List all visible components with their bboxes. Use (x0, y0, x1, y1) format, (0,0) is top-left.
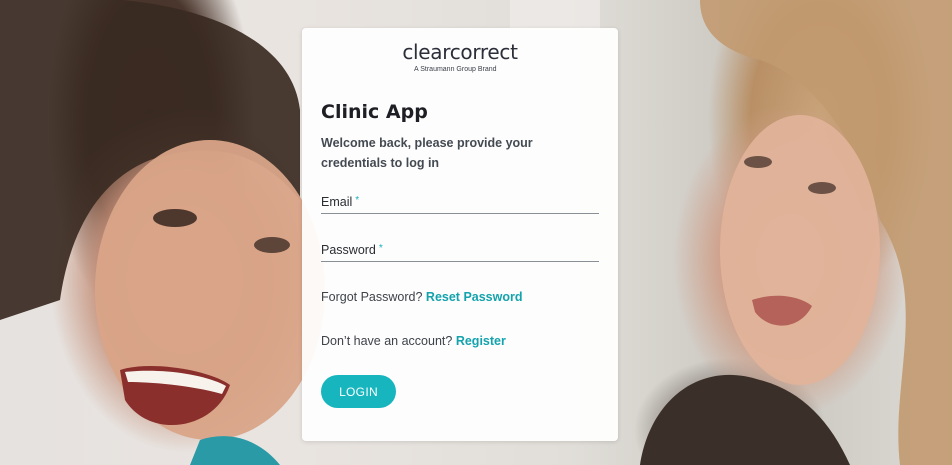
email-input[interactable] (321, 193, 603, 215)
register-prompt: Don’t have an account? (321, 334, 453, 348)
login-card: clearcorrect A Straumann Group Brand Cli… (302, 28, 618, 441)
logo-tagline: A Straumann Group Brand (414, 66, 497, 73)
login-button[interactable]: LOGIN (321, 375, 396, 408)
register-row: Don’t have an account? Register (321, 334, 599, 348)
forgot-password-row: Forgot Password? Reset Password (321, 290, 599, 304)
logo-wordmark: clearcorrect (402, 40, 518, 64)
reset-password-link[interactable]: Reset Password (426, 290, 523, 304)
page-title: Clinic App (321, 101, 428, 123)
brand-logo: clearcorrect A Straumann Group Brand (321, 42, 599, 73)
password-input[interactable] (321, 241, 603, 263)
login-page: clearcorrect A Straumann Group Brand Cli… (0, 0, 952, 465)
welcome-message: Welcome back, please provide your creden… (321, 136, 533, 170)
register-link[interactable]: Register (456, 334, 506, 348)
forgot-password-prompt: Forgot Password? (321, 290, 423, 304)
password-field[interactable]: Password * (321, 241, 603, 263)
email-field[interactable]: Email * (321, 193, 603, 215)
